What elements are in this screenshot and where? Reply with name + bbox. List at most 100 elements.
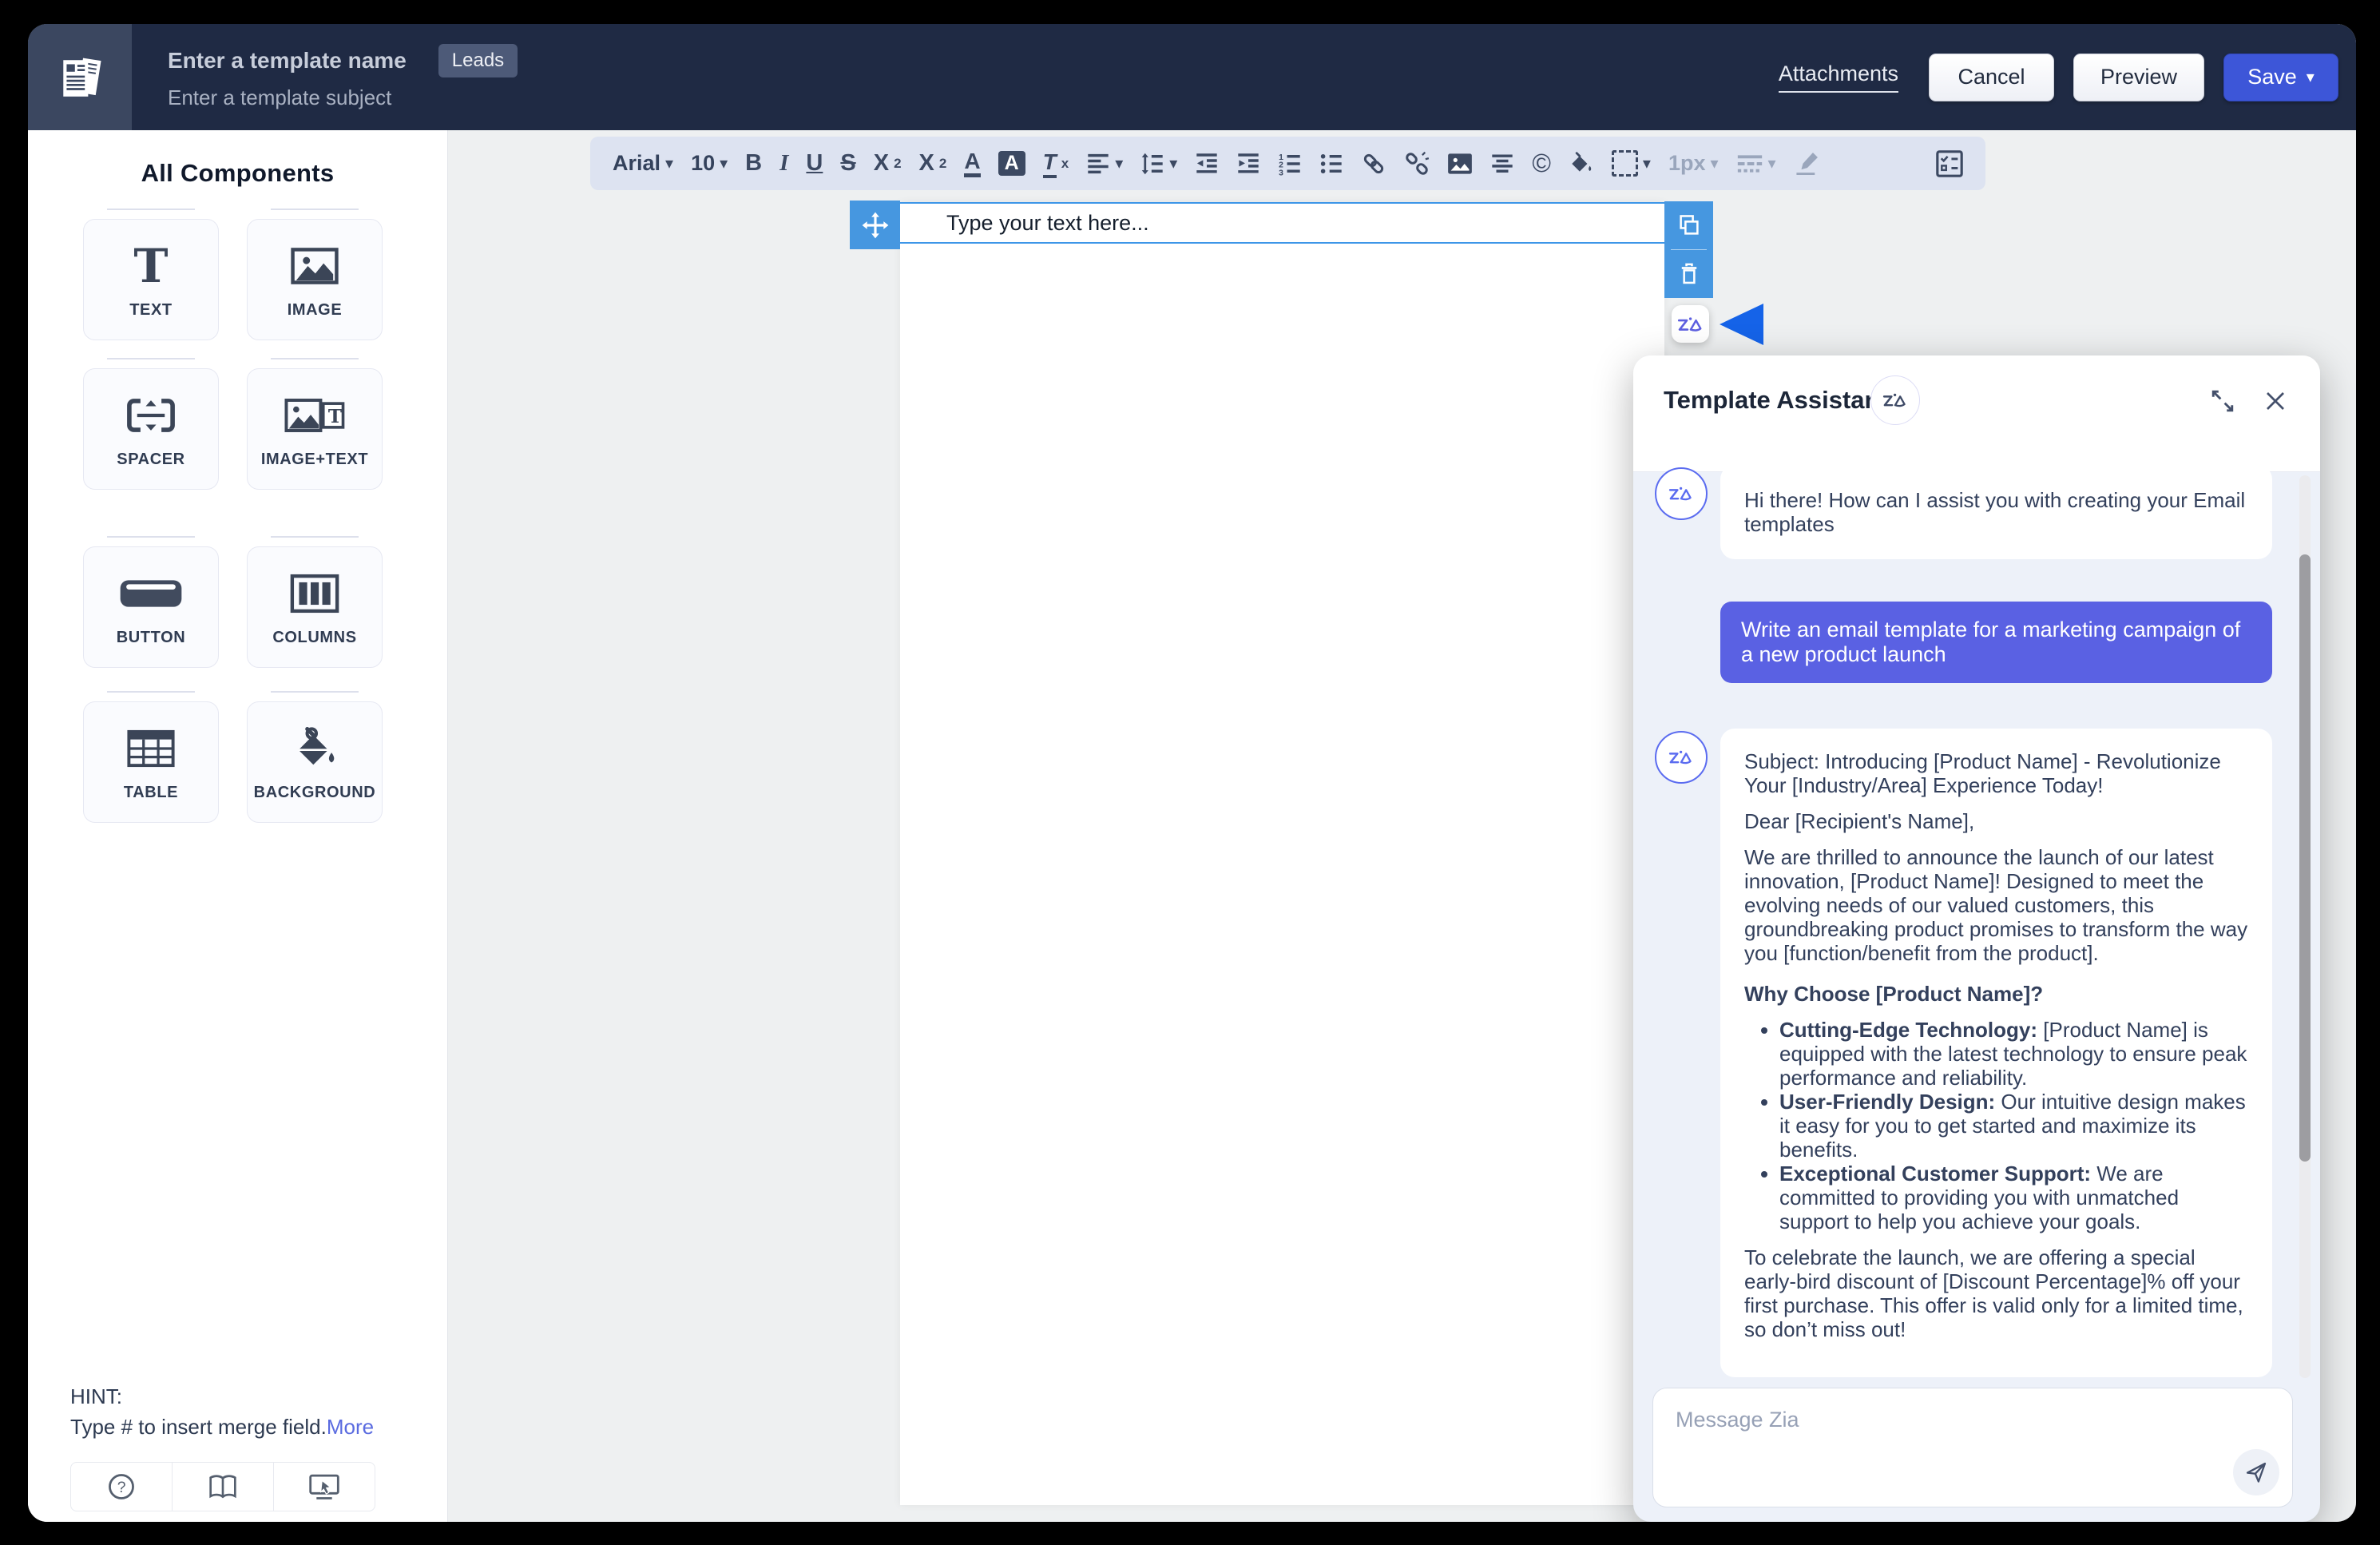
chevron-down-icon: ▾ <box>1169 156 1177 172</box>
fill-color-button[interactable] <box>1569 151 1594 177</box>
horizontal-line-button[interactable] <box>1490 152 1514 176</box>
border-style-select[interactable]: ▾ <box>1736 153 1776 174</box>
reply-bullet: User-Friendly Design: Our intuitive desi… <box>1779 1090 2248 1162</box>
assistant-header: Template Assistant <box>1633 355 2320 472</box>
align-button[interactable]: ▾ <box>1086 152 1123 176</box>
component-text-wrap: T TEXT <box>83 209 219 341</box>
font-size-select[interactable]: 10▾ <box>691 151 728 176</box>
close-icon[interactable] <box>2262 387 2289 415</box>
component-button-wrap: BUTTON <box>83 536 219 669</box>
font-color-button[interactable]: A <box>964 149 980 177</box>
line-spacing-icon <box>1140 152 1164 176</box>
bold-button[interactable]: B <box>745 150 762 177</box>
clear-format-button[interactable]: Tx <box>1043 149 1069 178</box>
outdent-icon <box>1195 152 1219 176</box>
unlink-icon <box>1404 151 1430 177</box>
fill-bucket-icon <box>1569 151 1594 177</box>
help-button[interactable]: ? <box>71 1463 173 1511</box>
message-zia-input[interactable] <box>1653 1388 2292 1507</box>
component-card-text[interactable]: T TEXT <box>83 219 219 340</box>
insert-link-button[interactable] <box>1361 151 1386 177</box>
trash-icon <box>1677 262 1701 286</box>
format-toolbar: Arial▾ 10▾ B I U S X2 X2 A A Tx ▾ ▾ 123 … <box>590 137 1985 190</box>
insert-image-icon <box>1447 153 1473 175</box>
bullet-list-button[interactable] <box>1319 152 1343 176</box>
user-message: Write an email template for a marketing … <box>1720 602 2272 683</box>
card-stack-line <box>107 691 195 693</box>
zia-launcher-button[interactable] <box>1672 305 1709 343</box>
delete-block-button[interactable] <box>1664 250 1713 298</box>
component-card-table[interactable]: TABLE <box>83 701 219 823</box>
subscript-button[interactable]: X2 <box>874 150 902 177</box>
assistant-title: Template Assistant <box>1664 386 1888 415</box>
hint-more-link[interactable]: More <box>327 1415 374 1439</box>
remove-link-button[interactable] <box>1404 151 1430 177</box>
strikethrough-button[interactable]: S <box>840 150 855 177</box>
highlight-color-button[interactable]: A <box>998 151 1025 176</box>
bullet-list-icon <box>1319 152 1343 176</box>
ordered-list-icon: 123 <box>1278 152 1302 176</box>
template-subject-input[interactable]: Enter a template subject <box>168 85 518 110</box>
italic-button[interactable]: I <box>779 150 788 177</box>
hint-text: Type # to insert merge field. <box>70 1415 327 1439</box>
checklist-button[interactable] <box>1936 150 1963 177</box>
underline-button[interactable]: U <box>806 150 823 177</box>
cancel-button[interactable]: Cancel <box>1929 54 2054 101</box>
superscript-button[interactable]: X2 <box>919 150 947 177</box>
chat-scrollbar-thumb[interactable] <box>2299 554 2311 1162</box>
copy-icon <box>1677 213 1701 237</box>
outdent-button[interactable] <box>1195 152 1219 176</box>
demo-button[interactable] <box>274 1463 375 1511</box>
indent-button[interactable] <box>1236 152 1260 176</box>
header-actions: Attachments Cancel Preview Save▾ <box>1779 24 2338 130</box>
monitor-cursor-icon <box>307 1472 341 1501</box>
chevron-down-icon: ▾ <box>1643 156 1651 172</box>
duplicate-block-button[interactable] <box>1664 201 1713 249</box>
table-icon <box>125 713 177 784</box>
expand-button[interactable] <box>2209 387 2236 415</box>
ordered-list-button[interactable]: 123 <box>1278 152 1302 176</box>
component-card-background[interactable]: BACKGROUND <box>247 701 383 823</box>
border-box-icon <box>1612 150 1638 177</box>
signature-brush-icon <box>1794 151 1819 177</box>
book-icon <box>207 1473 239 1500</box>
paint-bucket-icon <box>290 713 339 784</box>
app-window: Enter a template name Leads Enter a temp… <box>28 24 2356 1522</box>
component-card-image[interactable]: IMAGE <box>247 219 383 340</box>
component-card-image-text[interactable]: T IMAGE+TEXT <box>247 368 383 490</box>
border-style-icon <box>1736 153 1763 174</box>
drag-move-handle[interactable] <box>850 201 900 249</box>
text-icon: T <box>133 231 168 301</box>
font-family-select[interactable]: Arial▾ <box>613 151 673 176</box>
signature-button[interactable] <box>1794 151 1819 177</box>
zia-avatar <box>1655 731 1708 784</box>
component-card-button[interactable]: BUTTON <box>83 546 219 668</box>
save-button[interactable]: Save▾ <box>2223 54 2338 101</box>
zia-avatar <box>1655 467 1708 520</box>
chevron-down-icon: ▾ <box>1710 156 1718 172</box>
component-card-columns[interactable]: COLUMNS <box>247 546 383 668</box>
text-block[interactable]: Type your text here... <box>900 202 1664 244</box>
send-button[interactable] <box>2233 1449 2279 1495</box>
move-arrows-icon <box>862 212 889 239</box>
special-char-button[interactable]: © <box>1532 149 1551 178</box>
border-width-select[interactable]: 1px▾ <box>1668 151 1719 176</box>
border-button[interactable]: ▾ <box>1612 150 1651 177</box>
chat-scrollbar-track[interactable] <box>2299 475 2311 1378</box>
spacer-icon <box>125 380 177 451</box>
line-spacing-button[interactable]: ▾ <box>1140 152 1177 176</box>
component-columns-wrap: COLUMNS <box>247 536 383 669</box>
email-canvas-page[interactable]: Type your text here... <box>900 202 1664 1505</box>
component-image-wrap: IMAGE <box>247 209 383 341</box>
reply-bullet: Cutting-Edge Technology: [Product Name] … <box>1779 1018 2248 1090</box>
newspaper-template-icon <box>57 54 103 101</box>
component-background-wrap: BACKGROUND <box>247 691 383 824</box>
preview-button[interactable]: Preview <box>2073 54 2204 101</box>
docs-button[interactable] <box>173 1463 274 1511</box>
card-stack-line <box>271 536 359 538</box>
template-name-input[interactable]: Enter a template name <box>168 48 407 73</box>
insert-image-button[interactable] <box>1447 153 1473 175</box>
attachments-link[interactable]: Attachments <box>1779 62 1898 93</box>
component-card-spacer[interactable]: SPACER <box>83 368 219 490</box>
image-plus-text-icon: T <box>284 380 345 451</box>
